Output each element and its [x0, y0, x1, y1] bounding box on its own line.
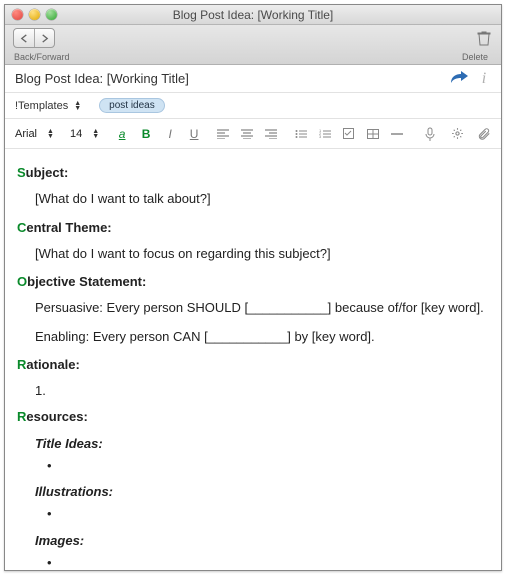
objective-persuasive: Persuasive: Every person SHOULD [_______…	[35, 300, 489, 316]
share-icon[interactable]	[449, 68, 469, 89]
list-item: •	[47, 458, 489, 474]
forward-button[interactable]	[34, 29, 54, 47]
tag-pill[interactable]: post ideas	[99, 98, 165, 113]
mic-icon[interactable]	[425, 127, 439, 141]
window-controls	[5, 9, 57, 20]
note-title: Blog Post Idea: [Working Title]	[15, 71, 189, 86]
rationale-item: 1.	[35, 383, 489, 399]
info-icon[interactable]: i	[477, 70, 491, 88]
app-window: Blog Post Idea: [Working Title] Back/For…	[4, 4, 502, 571]
back-button[interactable]	[14, 29, 34, 47]
editor-body[interactable]: Subject: [What do I want to talk about?]…	[5, 149, 501, 570]
notebook-label: !Templates	[15, 100, 68, 112]
meta-row: !Templates ▲▼ post ideas	[5, 93, 501, 119]
size-select[interactable]: 14	[70, 128, 82, 140]
rationale-heading: Rationale:	[17, 357, 489, 373]
font-select[interactable]: Arial	[15, 128, 37, 140]
attachment-icon[interactable]	[477, 127, 491, 141]
subject-heading: Subject:	[17, 165, 489, 181]
align-left-button[interactable]	[217, 129, 231, 139]
images-heading: Images:	[35, 533, 489, 549]
gear-icon[interactable]	[451, 127, 465, 141]
titlebar: Blog Post Idea: [Working Title]	[5, 5, 501, 25]
nav-caption: Back/Forward	[14, 52, 70, 62]
objective-enabling: Enabling: Every person CAN [___________]…	[35, 329, 489, 345]
title-ideas-heading: Title Ideas:	[35, 436, 489, 452]
illustrations-heading: Illustrations:	[35, 484, 489, 500]
note-header: Blog Post Idea: [Working Title] i	[5, 65, 501, 93]
list-item: •	[47, 555, 489, 570]
objective-heading: Objective Statement:	[17, 274, 489, 290]
subject-body: [What do I want to talk about?]	[35, 191, 489, 207]
align-center-button[interactable]	[241, 129, 255, 139]
theme-heading: Central Theme:	[17, 220, 489, 236]
hr-button[interactable]	[391, 129, 405, 139]
bold-button[interactable]: B	[139, 127, 153, 141]
align-right-button[interactable]	[265, 129, 279, 139]
back-forward-segment	[13, 28, 55, 48]
notebook-selector[interactable]: !Templates ▲▼	[15, 100, 81, 112]
delete-button[interactable]	[475, 28, 493, 48]
main-toolbar: Back/Forward Delete	[5, 25, 501, 65]
stepper-icon: ▲▼	[74, 101, 81, 111]
zoom-icon[interactable]	[46, 9, 57, 20]
stepper-icon[interactable]: ▲▼	[92, 129, 99, 139]
bullet-list-button[interactable]	[295, 129, 309, 139]
format-toolbar: Arial ▲▼ 14 ▲▼ a B I U 123	[5, 119, 501, 149]
window-title: Blog Post Idea: [Working Title]	[5, 8, 501, 22]
theme-body: [What do I want to focus on regarding th…	[35, 246, 489, 262]
number-list-button[interactable]: 123	[319, 129, 333, 139]
italic-button[interactable]: I	[163, 127, 177, 141]
table-button[interactable]	[367, 129, 381, 139]
close-icon[interactable]	[12, 9, 23, 20]
delete-caption: Delete	[462, 52, 488, 62]
underline-button[interactable]: U	[187, 127, 201, 141]
resources-heading: Resources:	[17, 409, 489, 425]
checkbox-button[interactable]	[343, 128, 357, 139]
stepper-icon[interactable]: ▲▼	[47, 129, 54, 139]
minimize-icon[interactable]	[29, 9, 40, 20]
svg-text:3: 3	[319, 134, 322, 139]
list-item: •	[47, 506, 489, 522]
text-color-button[interactable]: a	[115, 127, 129, 141]
